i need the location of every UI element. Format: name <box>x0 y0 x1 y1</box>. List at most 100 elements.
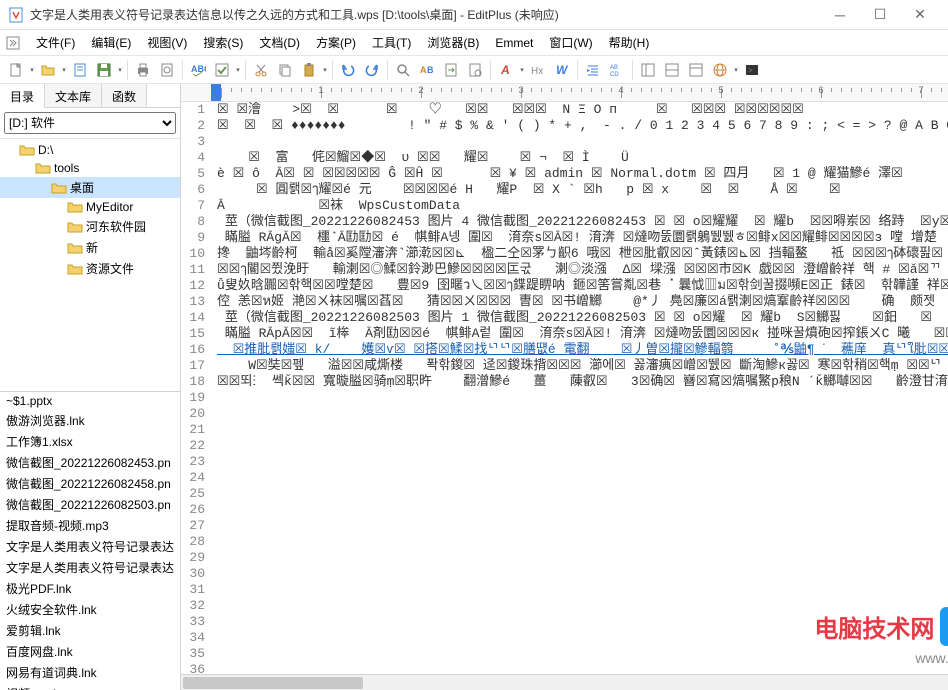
goto-icon[interactable] <box>440 59 462 81</box>
menu-file[interactable]: 文件(F) <box>28 31 83 54</box>
minimize-button[interactable]: ─ <box>820 2 860 28</box>
check-dropdown[interactable]: ▾ <box>234 66 242 74</box>
tree-item[interactable]: 新 <box>0 237 180 258</box>
panel-tabs: 目录 文本库 函数 <box>0 84 180 108</box>
doc-icon[interactable] <box>69 59 91 81</box>
tab-cliptext[interactable]: 文本库 <box>45 84 102 107</box>
layout3-icon[interactable] <box>685 59 707 81</box>
file-item[interactable]: 工作簿1.xlsx <box>0 431 180 452</box>
code-content[interactable]: ☒ ☒澮 >☒ ☒ ☒ ♡ ☒☒ ☒☒☒ N Ξ O п ☒ ☒☒☒ ☒☒☒☒☒… <box>211 102 948 674</box>
tree-item[interactable]: tools <box>0 159 180 177</box>
tab-directory[interactable]: 目录 <box>0 84 45 108</box>
menu-tools[interactable]: 工具(T) <box>364 31 419 54</box>
window-title: 文字是人类用表义符号记录表达信息以传之久远的方式和工具.wps [D:\tool… <box>30 6 820 23</box>
file-item[interactable]: 极光PDF.lnk <box>0 578 180 599</box>
menu-bar: 文件(F) 编辑(E) 视图(V) 搜索(S) 文档(D) 方案(P) 工具(T… <box>0 30 948 56</box>
find-icon[interactable] <box>392 59 414 81</box>
file-item[interactable]: 文字是人类用表义符号记录表达 <box>0 557 180 578</box>
folder-tree: D:\tools桌面MyEditor河东软件园新资源文件 <box>0 139 180 391</box>
cut-icon[interactable] <box>250 59 272 81</box>
color-a-dropdown[interactable]: ▾ <box>518 66 526 74</box>
file-item[interactable]: 微信截图_20221226082458.pn <box>0 473 180 494</box>
undo-icon[interactable] <box>337 59 359 81</box>
layout1-icon[interactable] <box>637 59 659 81</box>
tree-item[interactable]: 桌面 <box>0 177 180 198</box>
print-icon[interactable] <box>132 59 154 81</box>
file-item[interactable]: ~$1.pptx <box>0 392 180 410</box>
menu-search[interactable]: 搜索(S) <box>195 31 251 54</box>
color-a-icon[interactable]: A <box>495 59 517 81</box>
new-file-icon[interactable] <box>5 59 27 81</box>
maximize-button[interactable]: ☐ <box>860 2 900 28</box>
terminal-icon[interactable]: > <box>741 59 763 81</box>
drive-dropdown[interactable]: [D:] 软件 <box>4 112 176 134</box>
editor-area: 123456789 123456789101112131415161718192… <box>181 84 948 690</box>
save-dropdown[interactable]: ▾ <box>116 66 124 74</box>
preview-icon[interactable] <box>156 59 178 81</box>
browser-icon[interactable] <box>709 59 731 81</box>
file-item[interactable]: 火绒安全软件.lnk <box>0 599 180 620</box>
file-item[interactable]: 视频.mp4 <box>0 683 180 690</box>
menu-help[interactable]: 帮助(H) <box>601 31 658 54</box>
side-panel: 目录 文本库 函数 [D:] 软件 D:\tools桌面MyEditor河东软件… <box>0 84 181 690</box>
tab-functions[interactable]: 函数 <box>102 84 147 107</box>
file-item[interactable]: 网易有道词典.lnk <box>0 662 180 683</box>
menu-view[interactable]: 视图(V) <box>139 31 195 54</box>
replace-icon[interactable]: AB <box>416 59 438 81</box>
svg-text:A: A <box>420 65 427 75</box>
code-area[interactable]: 1234567891011121314151617181920212223242… <box>181 102 948 674</box>
app-icon <box>8 7 24 23</box>
menu-toggle-icon[interactable] <box>4 34 22 52</box>
menu-edit[interactable]: 编辑(E) <box>83 31 139 54</box>
horizontal-scrollbar[interactable] <box>181 674 948 690</box>
file-item[interactable]: 百度网盘.lnk <box>0 641 180 662</box>
close-button[interactable]: ✕ <box>900 2 940 28</box>
ruler: 123456789 <box>181 84 948 102</box>
title-bar: 文字是人类用表义符号记录表达信息以传之久远的方式和工具.wps [D:\tool… <box>0 0 948 30</box>
svg-text:W: W <box>556 63 569 77</box>
window-controls: ─ ☐ ✕ <box>820 2 940 28</box>
abcd-icon[interactable]: ABCD <box>606 59 628 81</box>
file-item[interactable]: 爱剪辑.lnk <box>0 620 180 641</box>
menu-browser[interactable]: 浏览器(B) <box>419 31 487 54</box>
open-file-icon[interactable] <box>37 59 59 81</box>
copy-icon[interactable] <box>274 59 296 81</box>
menu-window[interactable]: 窗口(W) <box>541 31 600 54</box>
main-area: 目录 文本库 函数 [D:] 软件 D:\tools桌面MyEditor河东软件… <box>0 84 948 690</box>
file-item[interactable]: 微信截图_20221226082453.pn <box>0 452 180 473</box>
menu-project[interactable]: 方案(P) <box>308 31 364 54</box>
line-numbers: 1234567891011121314151617181920212223242… <box>181 102 211 674</box>
hex-icon[interactable]: Hx <box>527 59 549 81</box>
spell-icon[interactable]: ABC <box>187 59 209 81</box>
file-list: ~$1.pptx傲游浏览器.lnk工作簿1.xlsx微信截图_202212260… <box>0 391 180 690</box>
svg-text:Hx: Hx <box>531 66 543 77</box>
file-item[interactable]: 文字是人类用表义符号记录表达 <box>0 536 180 557</box>
toolbar: ▾ ▾ ▾ ABC ▾ ▾ AB A ▾ Hx W ABCD ▾ > <box>0 56 948 84</box>
save-icon[interactable] <box>93 59 115 81</box>
word-icon[interactable]: W <box>551 59 573 81</box>
drive-selector: [D:] 软件 <box>0 108 180 139</box>
tree-item[interactable]: MyEditor <box>0 198 180 216</box>
open-dropdown[interactable]: ▾ <box>60 66 68 74</box>
tree-item[interactable]: 资源文件 <box>0 258 180 279</box>
layout2-icon[interactable] <box>661 59 683 81</box>
menu-document[interactable]: 文档(D) <box>251 31 308 54</box>
redo-icon[interactable] <box>361 59 383 81</box>
new-dropdown[interactable]: ▾ <box>28 66 36 74</box>
paste-dropdown[interactable]: ▾ <box>321 66 329 74</box>
svg-text:B: B <box>427 65 434 75</box>
file-item[interactable]: 傲游浏览器.lnk <box>0 410 180 431</box>
file-item[interactable]: 微信截图_20221226082503.pn <box>0 494 180 515</box>
browser-dropdown[interactable]: ▾ <box>732 66 740 74</box>
indent-icon[interactable] <box>582 59 604 81</box>
bookmark-icon[interactable] <box>464 59 486 81</box>
file-item[interactable]: 提取音频-视频.mp3 <box>0 515 180 536</box>
check-icon[interactable] <box>211 59 233 81</box>
svg-text:>: > <box>748 66 753 75</box>
scroll-thumb-horizontal[interactable] <box>183 677 363 689</box>
menu-emmet[interactable]: Emmet <box>487 33 541 53</box>
paste-icon[interactable] <box>298 59 320 81</box>
svg-text:AB: AB <box>610 65 618 71</box>
tree-item[interactable]: D:\ <box>0 141 180 159</box>
tree-item[interactable]: 河东软件园 <box>0 216 180 237</box>
